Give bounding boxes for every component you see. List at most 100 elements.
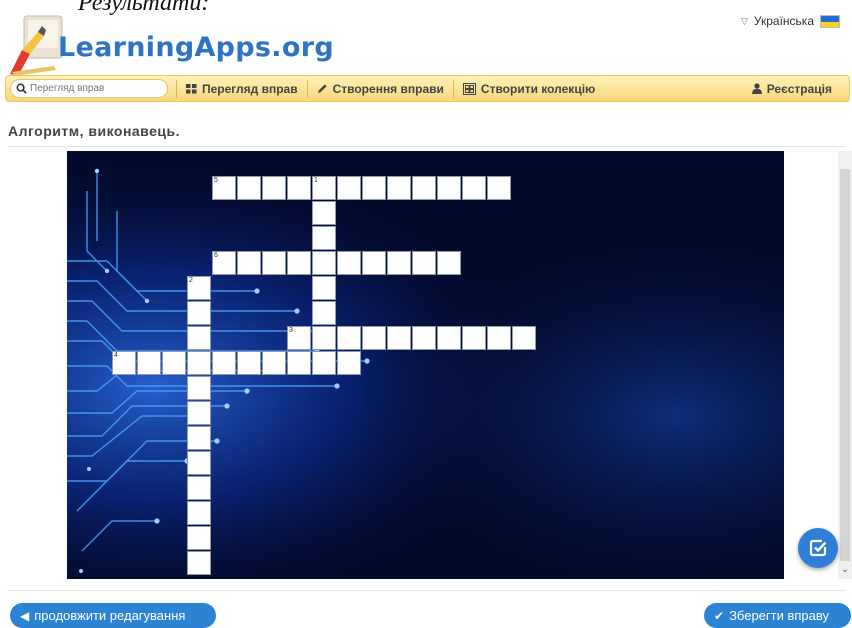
scroll-down-arrow-icon[interactable]: ⌄ (838, 563, 852, 577)
crossword-cell[interactable] (187, 501, 211, 525)
crossword-clue-number: 6 (214, 252, 218, 259)
crossword-cell[interactable] (237, 351, 261, 375)
grid-icon (186, 83, 197, 93)
collection-icon (462, 82, 476, 95)
crossword-clue-number: 4 (114, 352, 118, 359)
exercise-stage: 1 2 3 4 5 6 (67, 151, 784, 579)
crossword-cell[interactable] (187, 376, 211, 400)
crossword-cell[interactable] (412, 176, 436, 200)
crossword-cell[interactable]: 4 (112, 351, 136, 375)
continue-editing-label: продовжити редагування (34, 608, 186, 623)
crossword-cell[interactable] (337, 326, 361, 350)
search-box[interactable] (10, 79, 168, 98)
user-icon (751, 83, 762, 94)
crossword-cell[interactable]: 5 (212, 176, 236, 200)
save-exercise-label: Зберегти вправу (729, 608, 829, 623)
crossword-clue-number: 3 (289, 327, 293, 334)
crossword-cell[interactable]: 6 (212, 251, 236, 275)
crossword-cell[interactable] (462, 176, 486, 200)
divider (8, 146, 846, 147)
nav-register-label: Реєстрація (766, 81, 832, 96)
crossword-cell[interactable] (312, 351, 336, 375)
crossword-clue-number: 2 (189, 277, 193, 284)
crossword-cell[interactable] (187, 301, 211, 325)
crossword-cell[interactable] (187, 526, 211, 550)
main-navbar: Перегляд вправ Створення вправи Створити… (5, 75, 850, 102)
crossword-cell[interactable] (337, 251, 361, 275)
crossword-cell[interactable] (362, 326, 386, 350)
crossword-cell[interactable] (137, 351, 161, 375)
nav-create-collection[interactable]: Створити колекцію (452, 79, 604, 98)
crossword-cell[interactable] (187, 476, 211, 500)
crossword-cell[interactable] (387, 251, 411, 275)
crossword-cell[interactable] (237, 251, 261, 275)
pencil-icon (317, 84, 327, 94)
crossword-cell[interactable] (387, 176, 411, 200)
crossword-cell[interactable] (437, 176, 461, 200)
site-logo[interactable]: LearningApps.org (8, 14, 334, 78)
search-icon (16, 83, 27, 94)
crossword-cell[interactable] (462, 326, 486, 350)
crossword-cell[interactable] (312, 201, 336, 225)
crossword-cell[interactable] (287, 251, 311, 275)
crossword-cell[interactable] (437, 326, 461, 350)
crossword-cell[interactable] (412, 326, 436, 350)
dropdown-triangle-icon: ▽ (740, 15, 748, 26)
crossword-cell[interactable] (287, 351, 311, 375)
save-exercise-button[interactable]: ✔ Зберегти вправу (704, 603, 851, 628)
check-icon (809, 539, 827, 557)
crossword-cell[interactable] (162, 351, 186, 375)
crossword-cell[interactable] (187, 326, 211, 350)
crossword-cell[interactable]: 2 (187, 276, 211, 300)
crossword-cell[interactable] (412, 251, 436, 275)
crossword-cell[interactable] (512, 326, 536, 350)
nav-create-label: Створення вправи (332, 81, 444, 96)
crossword-cell[interactable] (312, 301, 336, 325)
crossword-cell[interactable] (487, 326, 511, 350)
crossword-cell[interactable] (312, 226, 336, 250)
checkmark-icon: ✔ (714, 608, 725, 623)
crossword-cell[interactable] (212, 351, 236, 375)
search-input[interactable] (30, 83, 160, 94)
crossword-cell[interactable] (312, 251, 336, 275)
nav-create-exercise[interactable]: Створення вправи (306, 79, 453, 98)
crossword-cell[interactable] (362, 176, 386, 200)
crossword-cell[interactable] (262, 351, 286, 375)
scrollbar-thumb[interactable] (840, 169, 850, 561)
crossword-cell[interactable] (337, 176, 361, 200)
crossword-cell[interactable]: 3 (287, 326, 311, 350)
crossword-cell[interactable] (312, 276, 336, 300)
crossword-cell[interactable] (262, 251, 286, 275)
language-label: Українська (753, 14, 814, 28)
page: Результати: LearningApps.org ▽ Українськ… (0, 0, 852, 628)
crossword-cell[interactable] (187, 451, 211, 475)
vertical-scrollbar[interactable]: ⌄ (838, 151, 852, 579)
check-answers-button[interactable] (798, 528, 838, 568)
language-selector[interactable]: ▽ Українська (741, 14, 840, 28)
crossword-cell[interactable] (187, 351, 211, 375)
crossword-cell[interactable] (262, 176, 286, 200)
crossword-cell[interactable] (237, 176, 261, 200)
crossword-cell[interactable]: 1 (312, 176, 336, 200)
crossword-clue-number: 5 (214, 177, 218, 184)
crossword-cell[interactable] (187, 426, 211, 450)
nav-browse-label: Перегляд вправ (202, 81, 298, 96)
nav-browse-exercises[interactable]: Перегляд вправ (176, 79, 307, 98)
crossword-cell[interactable] (287, 176, 311, 200)
arrow-left-icon: ◀ (20, 608, 30, 623)
crossword-cell[interactable] (387, 326, 411, 350)
crossword-cell[interactable] (312, 326, 336, 350)
nav-collection-label: Створити колекцію (480, 81, 596, 96)
continue-editing-button[interactable]: ◀ продовжити редагування (10, 603, 216, 628)
divider (8, 590, 846, 591)
crossword-cell[interactable] (487, 176, 511, 200)
exercise-title: Алгоритм, виконавець. (8, 123, 180, 139)
crossword-cell[interactable] (362, 251, 386, 275)
nav-register[interactable]: Реєстрація (743, 80, 841, 98)
crossword-clue-number: 1 (314, 177, 318, 184)
crossword-cell[interactable] (187, 401, 211, 425)
crossword-cell[interactable] (187, 551, 211, 575)
ukraine-flag-icon (820, 14, 840, 28)
crossword-cell[interactable] (337, 351, 361, 375)
crossword-cell[interactable] (437, 251, 461, 275)
